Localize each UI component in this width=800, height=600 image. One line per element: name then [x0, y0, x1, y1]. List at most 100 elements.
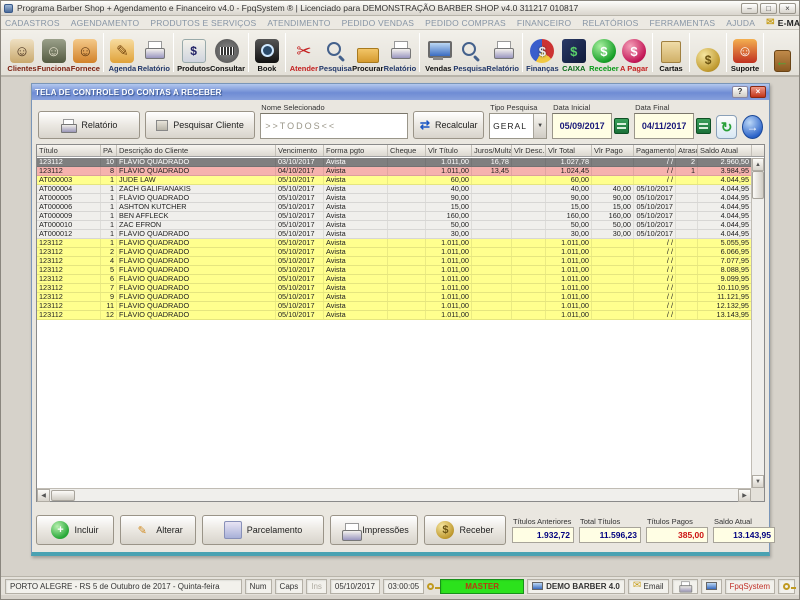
toolbar-button-fornecedores[interactable]: ☺ Fornece	[70, 31, 100, 74]
vertical-scrollbar[interactable]: ▲ ▼	[751, 158, 764, 488]
toolbar-button-agenda-relatorio[interactable]: Relatório	[137, 31, 170, 74]
maximize-button[interactable]: □	[760, 2, 777, 14]
toolbar-button-atend-pesquisa[interactable]: Pesquisa	[319, 31, 352, 74]
recalculate-button[interactable]: ⇄ Recalcular	[413, 111, 485, 139]
menu-item-produtos-e-servi-os[interactable]: PRODUTOS E SERVIÇOS	[150, 18, 256, 28]
column-header[interactable]: Vlr Desc.	[512, 145, 546, 156]
column-header[interactable]: PA	[101, 145, 117, 156]
toolbar-button-vendas[interactable]: Vendas	[423, 31, 453, 74]
column-header[interactable]: Vlr Total	[546, 145, 592, 156]
parcelamento-button[interactable]: Parcelamento	[202, 515, 324, 545]
toolbar-button-financas[interactable]: $ Finanças	[526, 31, 559, 74]
table-row[interactable]: 123112 1 FLÁVIO QUADRADO 05/10/2017 Avista 1.…	[37, 239, 751, 248]
table-row[interactable]: AT000006 1 ASHTON KUTCHER 05/10/2017 Avista 1…	[37, 203, 751, 212]
toolbar-button-produtos[interactable]: $ Produtos	[177, 31, 210, 74]
status-monitor[interactable]	[700, 578, 722, 594]
toolbar-button-suporte[interactable]: ☺ Suporte	[730, 31, 760, 74]
dialog-help-button[interactable]: ?	[732, 86, 748, 98]
toolbar-button-moeda[interactable]: $	[693, 31, 723, 74]
chevron-down-icon[interactable]: ▼	[533, 114, 547, 138]
toolbar-button-a-pagar[interactable]: $ A Pagar	[619, 31, 649, 74]
column-header[interactable]: Título	[37, 145, 101, 156]
column-header[interactable]: Vlr Pago	[592, 145, 634, 156]
toolbar-button-funcionarios[interactable]: ☺ Funciona	[37, 31, 70, 74]
table-row[interactable]: 123112 5 FLÁVIO QUADRADO 05/10/2017 Avista 1.…	[37, 266, 751, 275]
menu-item-agendamento[interactable]: AGENDAMENTO	[71, 18, 140, 28]
column-header[interactable]: Saldo Atual	[698, 145, 752, 156]
menu-item-e-mail[interactable]: ✉E-MAIL	[766, 17, 800, 28]
horizontal-scrollbar[interactable]: ◀ ▶	[37, 488, 751, 502]
table-cell: 7.077,95	[698, 257, 751, 265]
toolbar-button-atend-relatorio[interactable]: Relatório	[384, 31, 417, 74]
menu-item-pedido-compras[interactable]: PEDIDO COMPRAS	[425, 18, 506, 28]
menu-item-relat-rios[interactable]: RELATÓRIOS	[582, 18, 638, 28]
toolbar-button-sair[interactable]: ←	[767, 31, 797, 74]
menu-item-cadastros[interactable]: CADASTROS	[5, 18, 60, 28]
table-row[interactable]: 123112 12 FLÁVIO QUADRADO 05/10/2017 Avista 1…	[37, 311, 751, 320]
date-start-input[interactable]: 05/09/2017	[552, 113, 613, 139]
table-row[interactable]: 123112 11 FLÁVIO QUADRADO 05/10/2017 Avista 1…	[37, 302, 751, 311]
table-row[interactable]: 123112 9 FLÁVIO QUADRADO 05/10/2017 Avista 1.…	[37, 293, 751, 302]
dialog-close-button[interactable]: ×	[750, 86, 766, 98]
report-button[interactable]: Relatório	[38, 111, 140, 139]
toolbar-button-book[interactable]: Book	[252, 31, 282, 74]
column-header[interactable]: Forma pgto	[324, 145, 388, 156]
toolbar-button-consultar[interactable]: Consultar	[210, 31, 245, 74]
toolbar-button-caixa[interactable]: $ CAIXA	[559, 31, 589, 74]
calendar-icon[interactable]	[614, 118, 630, 134]
toolbar-button-atender[interactable]: ✂ Atender	[289, 31, 319, 74]
menu-item-ferramentas[interactable]: FERRAMENTAS	[649, 18, 715, 28]
table-row[interactable]: AT000004 1 ZACH GALIFIANAKIS 05/10/2017 Avis…	[37, 185, 751, 194]
toolbar-button-receber[interactable]: $ Receber	[589, 31, 619, 74]
search-type-select[interactable]: GERAL ▼	[489, 113, 548, 139]
column-header[interactable]: Descrição do Cliente	[117, 145, 276, 156]
table-row[interactable]: 123112 2 FLÁVIO QUADRADO 05/10/2017 Avista 1.…	[37, 248, 751, 257]
scroll-down-icon[interactable]: ▼	[752, 475, 764, 488]
minimize-button[interactable]: –	[741, 2, 758, 14]
table-row[interactable]: 123112 7 FLÁVIO QUADRADO 05/10/2017 Avista 1.…	[37, 284, 751, 293]
selected-name-input[interactable]: >>TODOS<<	[260, 113, 409, 139]
table-row[interactable]: AT000009 1 BEN AFFLECK 05/10/2017 Avista 160,…	[37, 212, 751, 221]
receber-button[interactable]: $ Receber	[424, 515, 506, 545]
impressoes-button[interactable]: Impressões	[330, 515, 418, 545]
menu-item-ajuda[interactable]: AJUDA	[726, 18, 755, 28]
incluir-button[interactable]: + Incluir	[36, 515, 114, 545]
column-header[interactable]: Pagamento	[634, 145, 676, 156]
column-header[interactable]: Vencimento	[276, 145, 324, 156]
table-row[interactable]: AT000010 1 ZAC EFRON 05/10/2017 Avista 50,00 5…	[37, 221, 751, 230]
table-row[interactable]: 123112 8 FLÁVIO QUADRADO 04/10/2017 Avista 1.…	[37, 167, 751, 176]
scroll-right-icon[interactable]: ▶	[738, 488, 751, 502]
table-row[interactable]: 123112 4 FLÁVIO QUADRADO 05/10/2017 Avista 1.…	[37, 257, 751, 266]
toolbar-button-procurar[interactable]: Procurar	[352, 31, 384, 74]
table-row[interactable]: AT000003 1 JUDE LAW 05/10/2017 Avista 60,00 60…	[37, 176, 751, 185]
status-print[interactable]	[671, 578, 698, 594]
menu-item-atendimento[interactable]: ATENDIMENTO	[267, 18, 330, 28]
search-client-button[interactable]: Pesquisar Cliente	[144, 111, 256, 139]
toolbar-button-vendas-relatorio[interactable]: Relatório	[486, 31, 519, 74]
horizontal-scroll-thumb[interactable]	[51, 489, 75, 501]
close-button[interactable]: ×	[779, 2, 796, 14]
scroll-left-icon[interactable]: ◀	[37, 488, 50, 502]
table-row[interactable]: AT000012 1 FLÁVIO QUADRADO 05/10/2017 Avista…	[37, 230, 751, 239]
go-arrow-icon[interactable]: →	[742, 115, 764, 139]
status-email[interactable]: ✉ Email	[627, 578, 669, 594]
calendar-icon[interactable]	[696, 118, 712, 134]
table-row[interactable]: 123112 6 FLÁVIO QUADRADO 05/10/2017 Avista 1.…	[37, 275, 751, 284]
toolbar-button-vendas-pesquisa[interactable]: Pesquisa	[453, 31, 486, 74]
scroll-up-icon[interactable]: ▲	[752, 158, 764, 171]
column-header[interactable]: Vlr Título	[426, 145, 472, 156]
refresh-icon[interactable]: ↻	[716, 115, 738, 139]
date-end-input[interactable]: 04/11/2017	[634, 113, 695, 139]
vertical-scroll-thumb[interactable]	[752, 171, 764, 199]
column-header[interactable]: Atraso	[676, 145, 698, 156]
table-row[interactable]: AT000005 1 FLÁVIO QUADRADO 05/10/2017 Avista…	[37, 194, 751, 203]
menu-item-financeiro[interactable]: FINANCEIRO	[517, 18, 571, 28]
menu-item-pedido-vendas[interactable]: PEDIDO VENDAS	[342, 18, 415, 28]
column-header[interactable]: Juros/Multa	[472, 145, 512, 156]
toolbar-button-clientes[interactable]: ☺ Clientes	[7, 31, 37, 74]
toolbar-button-cartas[interactable]: Cartas	[656, 31, 686, 74]
table-row[interactable]: 123112 10 FLÁVIO QUADRADO 03/10/2017 Avista 1…	[37, 158, 751, 167]
toolbar-button-agenda[interactable]: ✎ Agenda	[107, 31, 137, 74]
column-header[interactable]: Cheque	[388, 145, 426, 156]
alterar-button[interactable]: ✎ Alterar	[120, 515, 196, 545]
